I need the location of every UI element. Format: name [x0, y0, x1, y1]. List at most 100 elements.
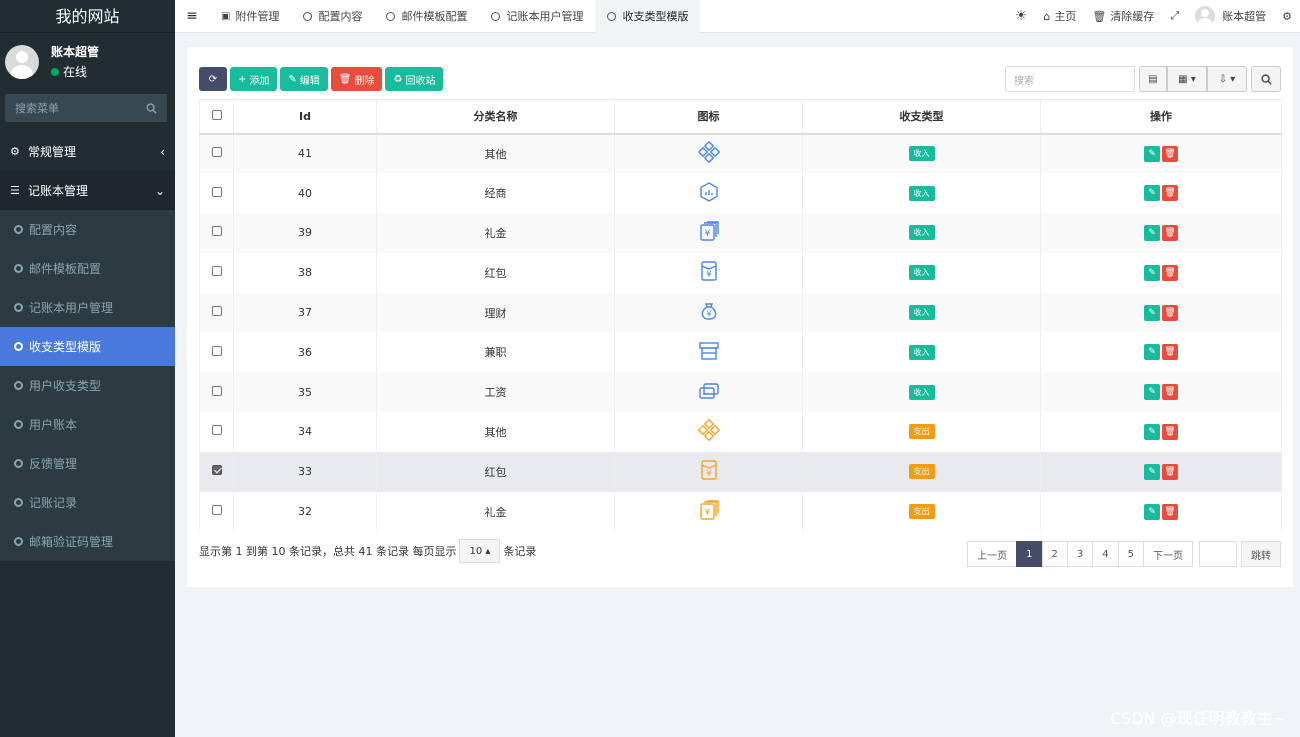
- delete-row-button[interactable]: 🗑: [1162, 185, 1178, 202]
- tab-mail-template[interactable]: 邮件模板配置: [374, 0, 479, 33]
- edit-row-button[interactable]: ✎: [1144, 264, 1160, 281]
- row-checkbox[interactable]: [211, 465, 222, 476]
- row-select-cell[interactable]: [199, 332, 234, 373]
- refresh-button[interactable]: ⟳: [199, 67, 227, 91]
- edit-row-button[interactable]: ✎: [1144, 344, 1160, 361]
- site-logo[interactable]: 我的网站: [0, 0, 175, 33]
- table-row[interactable]: 32 礼金 ¥ 支出 ✎ 🗑: [199, 491, 1282, 532]
- row-checkbox[interactable]: [211, 226, 222, 237]
- table-row[interactable]: 33 红包 ¥ 支出 ✎ 🗑: [199, 451, 1282, 492]
- select-all-checkbox[interactable]: [211, 109, 222, 120]
- tab-category-template[interactable]: 收支类型模版: [595, 0, 701, 33]
- page-size-select[interactable]: 10 ▴: [459, 539, 501, 563]
- sidebar-item-ledger-users[interactable]: 记账本用户管理: [0, 288, 175, 327]
- page-button[interactable]: 4: [1092, 541, 1119, 567]
- row-checkbox[interactable]: [211, 306, 222, 317]
- sidebar-group-ledger[interactable]: ☰ 记账本管理 ⌄: [0, 171, 175, 210]
- sidebar-item-category-template[interactable]: 收支类型模版: [0, 327, 175, 366]
- table-row[interactable]: 39 礼金 ¥ 收入 ✎ 🗑: [199, 213, 1282, 253]
- row-select-cell[interactable]: [199, 252, 234, 293]
- row-select-cell[interactable]: [199, 491, 234, 532]
- search-button[interactable]: [1251, 66, 1281, 92]
- row-checkbox[interactable]: [211, 505, 222, 516]
- delete-row-button[interactable]: 🗑: [1162, 384, 1178, 401]
- fullscreen-button[interactable]: ⤢: [1162, 9, 1187, 23]
- edit-row-button[interactable]: ✎: [1144, 224, 1160, 241]
- sidebar-item-user-ledger[interactable]: 用户账本: [0, 405, 175, 444]
- delete-row-button[interactable]: 🗑: [1162, 423, 1178, 440]
- delete-row-button[interactable]: 🗑: [1162, 344, 1178, 361]
- table-row[interactable]: 35 工资 收入 ✎ 🗑: [199, 372, 1282, 413]
- row-select-cell[interactable]: [199, 213, 234, 253]
- edit-row-button[interactable]: ✎: [1144, 304, 1160, 321]
- edit-button[interactable]: ✎ 编辑: [280, 67, 328, 91]
- settings-button[interactable]: ⚙: [1274, 10, 1300, 23]
- select-all-header[interactable]: [199, 99, 234, 135]
- sidebar-item-user-category[interactable]: 用户收支类型: [0, 366, 175, 405]
- sidebar-item-mail-template[interactable]: 邮件模板配置: [0, 249, 175, 288]
- edit-row-button[interactable]: ✎: [1144, 423, 1160, 440]
- page-button[interactable]: 1: [1016, 541, 1043, 567]
- table-row[interactable]: 34 其他 支出 ✎ 🗑: [199, 412, 1282, 452]
- sidebar-item-email-code[interactable]: 邮箱验证码管理: [0, 522, 175, 561]
- tab-ledger-users[interactable]: 记账本用户管理: [479, 0, 595, 33]
- table-row[interactable]: 41 其他 收入 ✎ 🗑: [199, 133, 1282, 174]
- edit-row-button[interactable]: ✎: [1144, 503, 1160, 520]
- clear-cache-button[interactable]: 🗑 清除缓存: [1084, 8, 1162, 24]
- row-select-cell[interactable]: [199, 451, 234, 492]
- menu-toggle-icon[interactable]: ≡: [175, 8, 209, 24]
- delete-row-button[interactable]: 🗑: [1162, 224, 1178, 241]
- delete-row-button[interactable]: 🗑: [1162, 264, 1178, 281]
- edit-row-button[interactable]: ✎: [1144, 185, 1160, 202]
- row-select-cell[interactable]: [199, 292, 234, 333]
- row-select-cell[interactable]: [199, 372, 234, 413]
- sidebar-item-config[interactable]: 配置内容: [0, 210, 175, 249]
- page-button[interactable]: 5: [1117, 541, 1144, 567]
- row-select-cell[interactable]: [199, 133, 234, 174]
- column-header[interactable]: Id: [233, 99, 377, 135]
- sidebar-item-feedback[interactable]: 反馈管理: [0, 444, 175, 483]
- row-select-cell[interactable]: [199, 173, 234, 214]
- table-row[interactable]: 36 兼职 收入 ✎ 🗑: [199, 332, 1282, 373]
- delete-row-button[interactable]: 🗑: [1162, 304, 1178, 321]
- toggle-view-button[interactable]: ▤: [1139, 66, 1167, 92]
- row-select-cell[interactable]: [199, 412, 234, 452]
- jump-page-input[interactable]: [1199, 541, 1237, 567]
- jump-button[interactable]: 跳转: [1241, 541, 1281, 567]
- tab-attachments[interactable]: ▣ 附件管理: [209, 0, 291, 33]
- table-search-input[interactable]: 搜索: [1005, 66, 1135, 92]
- edit-row-button[interactable]: ✎: [1144, 384, 1160, 401]
- export-button[interactable]: ⇩ ▾: [1207, 66, 1247, 92]
- theme-toggle-button[interactable]: ☀: [1007, 8, 1036, 24]
- row-checkbox[interactable]: [211, 345, 222, 356]
- actions-cell: ✎ 🗑: [1040, 332, 1282, 373]
- row-checkbox[interactable]: [211, 266, 222, 277]
- edit-row-button[interactable]: ✎: [1144, 145, 1160, 162]
- sidebar-item-records[interactable]: 记账记录: [0, 483, 175, 522]
- columns-button[interactable]: ▦ ▾: [1167, 66, 1207, 92]
- row-checkbox[interactable]: [211, 186, 222, 197]
- edit-row-button[interactable]: ✎: [1144, 463, 1160, 480]
- table-row[interactable]: 40 经商 收入 ✎ 🗑: [199, 173, 1282, 214]
- row-checkbox[interactable]: [211, 425, 222, 436]
- tab-config[interactable]: 配置内容: [291, 0, 374, 33]
- delete-button[interactable]: 🗑 删除: [330, 67, 383, 91]
- sidebar-search-input[interactable]: 搜索菜单: [5, 94, 167, 122]
- row-checkbox[interactable]: [211, 147, 222, 158]
- delete-row-button[interactable]: 🗑: [1162, 145, 1178, 162]
- table-row[interactable]: 38 红包 ¥ 收入 ✎ 🗑: [199, 252, 1282, 293]
- recycle-bin-button[interactable]: ♻ 回收站: [385, 67, 444, 91]
- page-button[interactable]: 3: [1066, 541, 1094, 567]
- next-page-button[interactable]: 下一页: [1143, 541, 1193, 567]
- row-checkbox[interactable]: [211, 385, 222, 396]
- id-cell: 41: [233, 133, 377, 174]
- delete-row-button[interactable]: 🗑: [1162, 503, 1178, 520]
- delete-row-button[interactable]: 🗑: [1162, 463, 1178, 480]
- prev-page-button[interactable]: 上一页: [967, 541, 1018, 567]
- page-button[interactable]: 2: [1041, 541, 1068, 567]
- user-menu[interactable]: 账本超管: [1187, 6, 1274, 26]
- home-link[interactable]: ⌂ 主页: [1035, 8, 1084, 24]
- add-button[interactable]: + 添加: [230, 67, 278, 91]
- table-row[interactable]: 37 理财 ¥ 收入 ✎ 🗑: [199, 292, 1282, 333]
- sidebar-group-general[interactable]: ⚙ 常规管理 ‹: [0, 132, 175, 171]
